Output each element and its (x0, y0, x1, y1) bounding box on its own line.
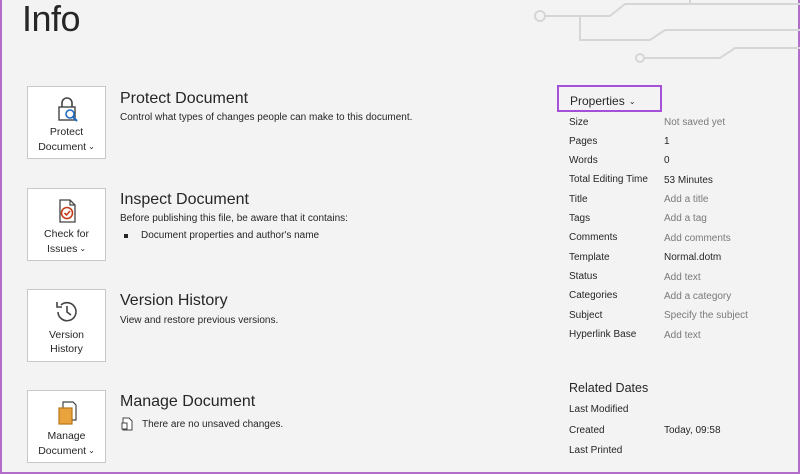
prop-label-pages: Pages (569, 136, 598, 147)
prop-label-categories: Categories (569, 290, 618, 301)
protect-document-label: Protect Document ⌄ (38, 126, 95, 153)
prop-value-words: 0 (664, 155, 670, 166)
date-label-last-modified: Last Modified (569, 404, 629, 415)
version-history-title: Version History (120, 292, 228, 309)
prop-value-title[interactable]: Add a title (664, 194, 708, 205)
prop-value-subject[interactable]: Specify the subject (664, 310, 748, 321)
prop-value-status[interactable]: Add text (664, 272, 701, 283)
lock-search-icon (57, 97, 78, 122)
version-history-description: View and restore previous versions. (120, 315, 279, 326)
prop-label-subject: Subject (569, 310, 603, 321)
date-value-created: Today, 09:58 (664, 425, 721, 436)
version-history-button[interactable]: Version History (27, 289, 106, 362)
version-history-label: Version History (48, 329, 85, 355)
manage-document-description: There are no unsaved changes. (142, 418, 284, 430)
prop-value-categories[interactable]: Add a category (664, 291, 731, 302)
date-label-created: Created (569, 425, 605, 436)
prop-label-size: Size (569, 117, 589, 128)
inspect-bullet-item: Document properties and author's name (124, 230, 319, 241)
protect-document-title: Protect Document (120, 90, 249, 107)
circuit-decoration (534, 0, 800, 63)
manage-document-title: Manage Document (120, 393, 256, 410)
check-for-issues-button[interactable]: Check for Issues ⌄ (27, 188, 106, 261)
prop-label-editing-time: Total Editing Time (569, 174, 648, 185)
prop-label-title: Title (569, 194, 588, 205)
properties-dropdown-button[interactable]: Properties ⌄ (557, 85, 662, 112)
manage-document-status: There are no unsaved changes. (121, 417, 283, 431)
prop-value-comments[interactable]: Add comments (664, 233, 731, 244)
properties-header-label: Properties (570, 94, 625, 108)
page-title: Info (22, 0, 81, 39)
prop-label-comments: Comments (569, 232, 618, 243)
document-small-icon (121, 417, 133, 431)
bullet-icon (124, 233, 128, 238)
prop-label-template: Template (569, 252, 610, 263)
prop-label-hyperlink-base: Hyperlink Base (569, 329, 637, 340)
document-check-icon (58, 199, 76, 223)
prop-label-status: Status (569, 271, 598, 282)
prop-value-template: Normal.dotm (664, 252, 722, 263)
prop-value-hyperlink-base[interactable]: Add text (664, 330, 701, 341)
clock-history-icon (55, 301, 77, 322)
related-dates-title: Related Dates (569, 381, 649, 395)
check-for-issues-label: Check for Issues ⌄ (44, 228, 89, 255)
chevron-down-icon: ⌄ (626, 97, 636, 106)
prop-value-editing-time: 53 Minutes (664, 175, 713, 186)
manage-document-button[interactable]: Manage Document ⌄ (27, 390, 106, 463)
inspect-document-description: Before publishing this file, be aware th… (120, 213, 348, 224)
prop-label-tags: Tags (569, 213, 591, 224)
prop-value-size: Not saved yet (664, 117, 726, 128)
document-stack-icon (57, 401, 77, 425)
prop-value-tags[interactable]: Add a tag (664, 213, 707, 224)
date-label-last-printed: Last Printed (569, 445, 623, 456)
prop-label-words: Words (569, 155, 598, 166)
inspect-bullet-text: Document properties and author's name (141, 230, 320, 241)
protect-document-description: Control what types of changes people can… (120, 112, 413, 123)
inspect-document-title: Inspect Document (120, 191, 249, 208)
manage-document-label: Manage Document ⌄ (38, 430, 95, 457)
protect-document-button[interactable]: Protect Document ⌄ (27, 86, 106, 159)
prop-value-pages: 1 (664, 136, 670, 147)
